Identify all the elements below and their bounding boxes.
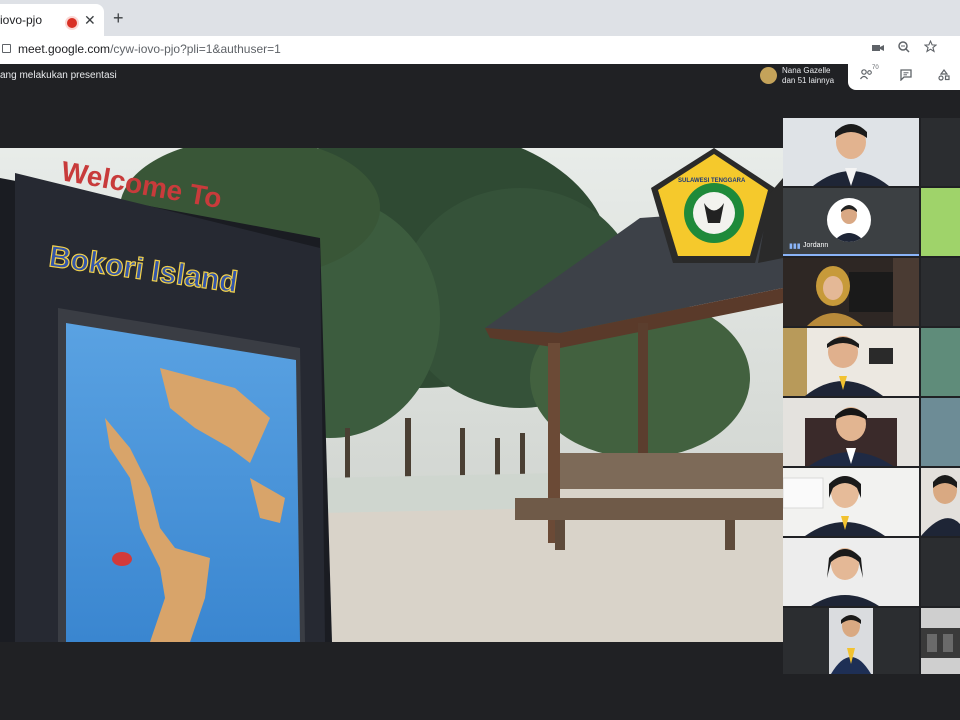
avatar	[827, 198, 871, 242]
meet-tab[interactable]: iovo-pjo ✕	[0, 4, 104, 36]
participant-tile[interactable]	[783, 398, 919, 466]
participant-tile[interactable]	[783, 328, 919, 396]
people-count: 70	[872, 65, 879, 71]
meet-controls: 70	[848, 64, 960, 90]
presenting-status: ang melakukan presentasi	[0, 70, 117, 81]
participant-tile[interactable]	[921, 608, 960, 674]
participants-summary: Nana Gazelle dan 51 lainnya	[782, 66, 834, 86]
address-bar[interactable]: meet.google.com/cyw-iovo-pjo?pli=1&authu…	[0, 36, 960, 65]
viewer-more: dan 51 lainnya	[782, 76, 835, 85]
lock-icon[interactable]	[2, 44, 11, 53]
url-path: /cyw-iovo-pjo?pli=1&authuser=1	[110, 42, 281, 56]
zoom-icon[interactable]	[898, 41, 910, 56]
camera-icon[interactable]	[872, 41, 884, 56]
browser-tabbar: iovo-pjo ✕ +	[0, 0, 960, 36]
participant-tile[interactable]	[783, 468, 919, 536]
avatar	[760, 67, 777, 84]
participant-tile[interactable]	[921, 468, 960, 536]
recording-icon	[67, 18, 77, 28]
new-tab-button[interactable]: +	[113, 8, 124, 29]
mic-active-icon: ▮▮▮	[789, 243, 801, 250]
close-tab-icon[interactable]: ✕	[84, 12, 96, 29]
participant-name: Jordann	[803, 242, 829, 249]
meet-top-bar: ang melakukan presentasi Nana Gazelle da…	[0, 64, 960, 90]
participant-tile[interactable]	[921, 258, 960, 326]
viewer-name: Nana Gazelle	[782, 66, 831, 75]
shared-presentation[interactable]: Welcome To Bokori Island SULAWESI TENGGA…	[0, 148, 783, 642]
participant-tile[interactable]	[783, 538, 919, 606]
star-icon[interactable]	[923, 39, 938, 56]
url-host: meet.google.com	[18, 42, 111, 56]
participant-tile[interactable]	[921, 398, 960, 466]
participant-tile[interactable]	[921, 188, 960, 256]
activities-icon[interactable]	[938, 69, 950, 84]
participant-tile-speaking[interactable]: ▮▮▮ Jordann	[783, 188, 919, 256]
participant-tile[interactable]	[783, 608, 919, 674]
logo-text: SULAWESI TENGGARA	[678, 178, 746, 184]
chat-icon[interactable]	[900, 69, 912, 84]
participant-grid: ▮▮▮ Jordann	[783, 118, 960, 674]
url-text[interactable]: meet.google.com/cyw-iovo-pjo?pli=1&authu…	[18, 42, 281, 56]
people-icon[interactable]	[860, 69, 873, 83]
participant-tile[interactable]	[921, 118, 960, 186]
tab-title: iovo-pjo	[0, 13, 43, 27]
participant-tile[interactable]	[783, 118, 919, 186]
participant-tile[interactable]	[921, 538, 960, 606]
participant-face	[823, 276, 843, 300]
participant-tile[interactable]	[783, 258, 919, 326]
participant-tile[interactable]	[921, 328, 960, 396]
